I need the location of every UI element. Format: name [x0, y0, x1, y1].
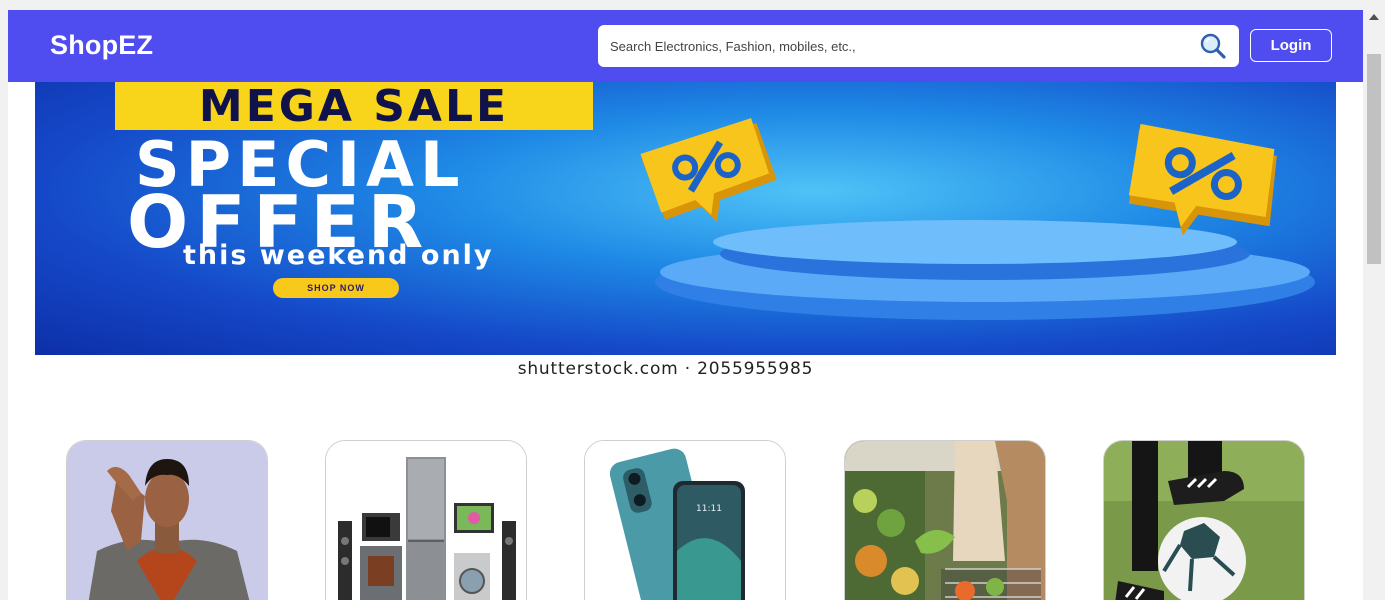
category-card-sports[interactable] [1103, 440, 1305, 600]
navbar: ShopEZ Login [8, 10, 1363, 82]
category-card-mobiles[interactable]: 11:11 [584, 440, 786, 600]
svg-text:11:11: 11:11 [696, 504, 722, 514]
search-icon[interactable] [1199, 32, 1227, 60]
fashion-image [67, 441, 267, 600]
sports-image [1104, 441, 1304, 600]
percent-badge-icon [640, 118, 777, 222]
groceries-image [845, 441, 1045, 600]
mobiles-image: 11:11 [585, 441, 785, 600]
brand-logo[interactable]: ShopEZ [50, 30, 153, 61]
shop-now-button[interactable]: SHOP NOW [273, 278, 399, 298]
banner-headline: MEGA SALE [115, 82, 593, 132]
promo-banner[interactable]: MEGA SALE SPECIAL OFFER this weekend onl… [35, 82, 1336, 355]
category-card-groceries[interactable] [844, 440, 1046, 600]
page-viewport: ShopEZ Login [8, 10, 1363, 600]
scroll-thumb[interactable] [1367, 54, 1381, 264]
scroll-up-icon[interactable] [1369, 14, 1379, 20]
search-bar [598, 25, 1239, 67]
banner-watermark: shutterstock.com · 2055955985 [517, 359, 814, 379]
category-card-fashion[interactable] [66, 440, 268, 600]
search-input[interactable] [608, 30, 1182, 62]
banner-line3: this weekend only [183, 240, 494, 271]
category-card-electronics[interactable] [325, 440, 527, 600]
login-button[interactable]: Login [1250, 29, 1332, 62]
electronics-image [326, 441, 526, 600]
vertical-scrollbar[interactable] [1363, 10, 1385, 600]
